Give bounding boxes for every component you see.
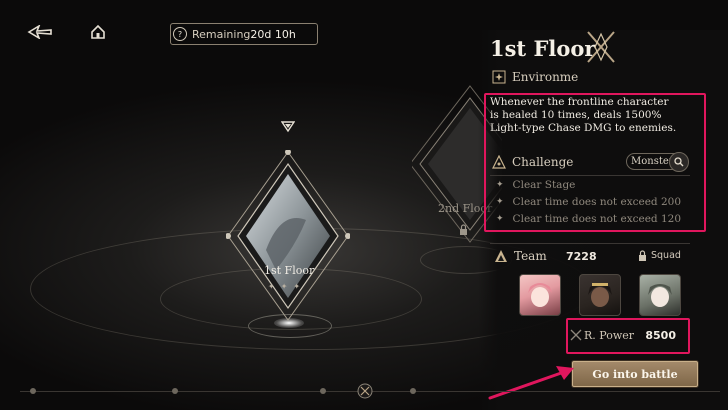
squad-label: Squad [651,250,681,261]
character-portrait [588,283,612,307]
team-member-avatar-1[interactable] [519,274,561,316]
team-member-avatar-3[interactable] [639,274,681,316]
home-button[interactable] [84,18,112,46]
bottom-node [410,388,416,394]
home-icon [91,24,105,39]
help-icon[interactable]: ? [173,27,187,41]
bottom-node [30,388,36,394]
bottom-node [172,388,178,394]
environment-heading: Environme [492,70,578,84]
team-icon [495,250,507,262]
lock-icon [460,224,467,235]
lock-icon [639,250,646,261]
character-portrait [528,283,552,307]
remaining-time-box: ? Remaining 20d 10h [170,23,318,45]
remaining-label: Remaining [192,27,251,41]
team-member-avatar-2[interactable] [579,274,621,316]
game-screen: ? Remaining 20d 10h 1st Floor ✦✦✦ 2nd Fl… [0,0,728,410]
go-into-battle-button[interactable]: Go into battle [572,361,698,387]
floor-1-diamond [225,149,351,321]
chevron-down-icon [281,121,295,133]
team-heading-text: Team [514,249,547,263]
pointer-arrow [488,366,574,400]
team-divider [490,243,690,244]
bottom-emblem-icon [357,383,373,399]
floor-1-stars: ✦✦✦ [268,282,307,291]
emblem-icon [587,31,615,63]
squad-button[interactable]: Squad [638,250,681,261]
bottom-node [320,388,326,394]
floor-title: 1st Floor [490,36,596,61]
highlight-box-power [566,318,690,354]
back-arrow-icon [27,25,52,39]
remaining-value: 20d 10h [250,27,296,41]
floor-1-label: 1st Floor [264,264,315,277]
environment-heading-text: Environme [512,70,579,84]
back-button[interactable] [26,18,54,46]
highlight-box-description [484,93,706,232]
team-value: 7228 [566,250,597,263]
floor-1-node[interactable] [225,149,351,324]
team-heading: Team [494,249,547,263]
character-portrait [648,284,672,307]
environment-icon [492,70,506,84]
